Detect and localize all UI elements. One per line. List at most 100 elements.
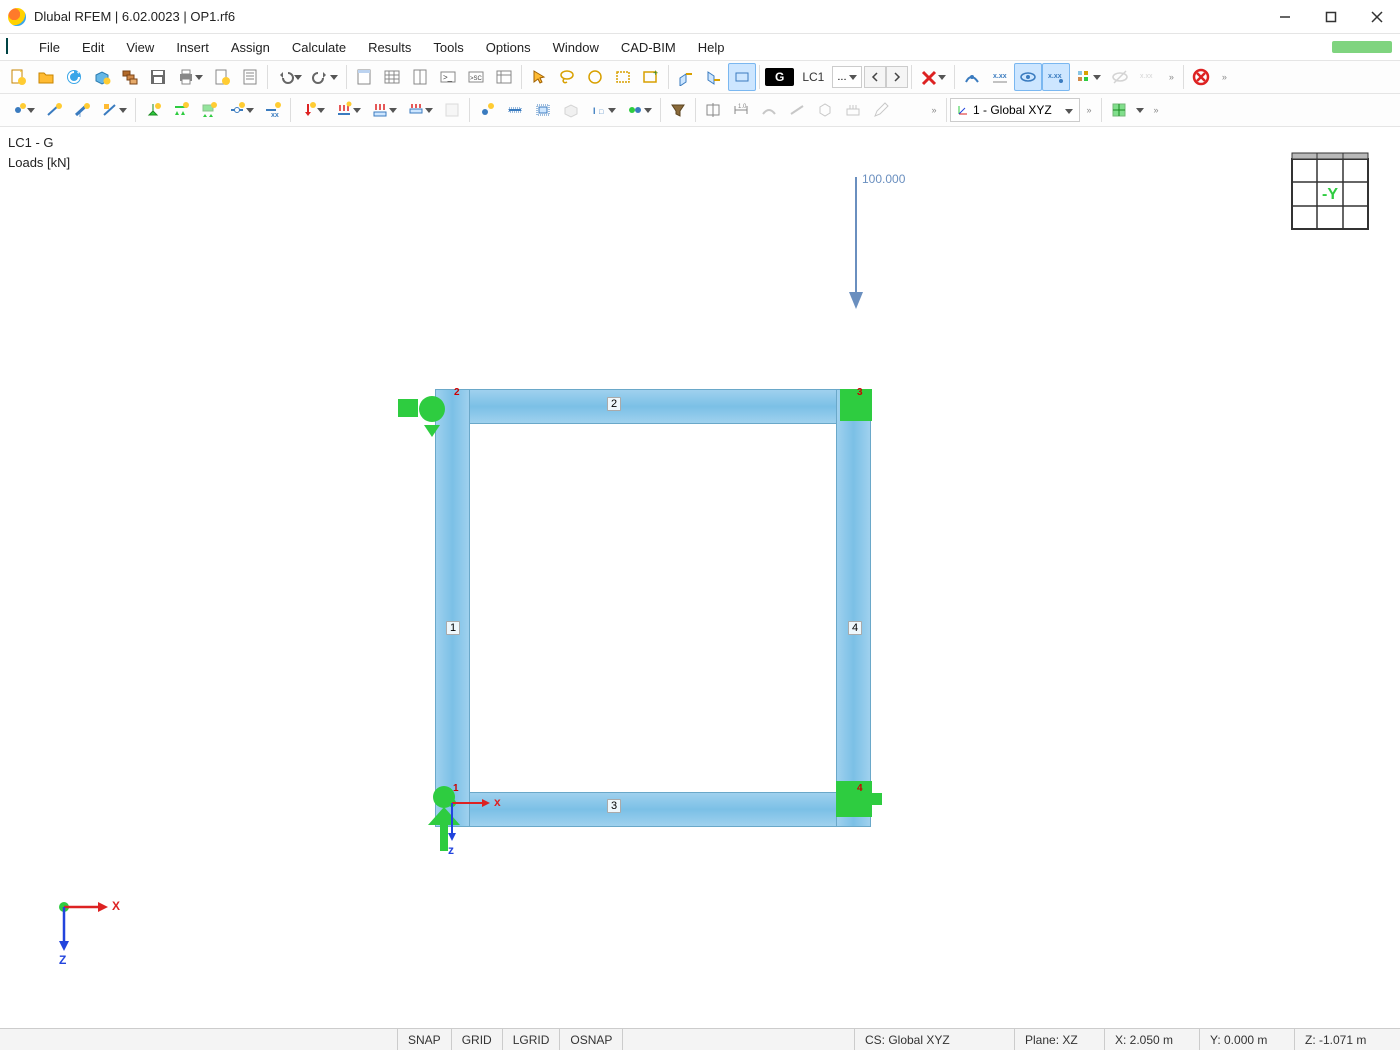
select-circle-button[interactable]	[581, 63, 609, 91]
new-line-button[interactable]	[40, 96, 68, 124]
global-deformations-button[interactable]	[958, 63, 986, 91]
display-diagram-button[interactable]	[1070, 63, 1106, 91]
select-arrow-button[interactable]	[525, 63, 553, 91]
model-viewport[interactable]: LC1 - G Loads [kN] 100.000 1 2 3 4 1 2 3…	[0, 127, 1400, 1028]
menu-help[interactable]: Help	[687, 36, 736, 59]
status-snap[interactable]: SNAP	[398, 1029, 452, 1050]
select-type-button[interactable]: I□	[585, 96, 621, 124]
vendor-logo-icon	[6, 39, 22, 55]
display-eye-off-button[interactable]	[1106, 63, 1134, 91]
nodal-load-button[interactable]	[294, 96, 330, 124]
new-model-button[interactable]	[4, 63, 32, 91]
status-osnap[interactable]: OSNAP	[560, 1029, 623, 1050]
menu-options[interactable]: Options	[475, 36, 542, 59]
loadcase-next-button[interactable]	[886, 66, 908, 88]
member-load-button[interactable]	[330, 96, 366, 124]
member-left[interactable]	[435, 389, 470, 827]
load-wizard-button[interactable]	[438, 96, 466, 124]
view-cube[interactable]: -Y	[1288, 151, 1372, 235]
line-load-button[interactable]	[366, 96, 402, 124]
support-top-right[interactable]	[834, 383, 878, 430]
select-special-button[interactable]	[621, 96, 657, 124]
menu-file[interactable]: File	[28, 36, 71, 59]
new-report-button[interactable]	[208, 63, 236, 91]
line-support-button[interactable]	[167, 96, 195, 124]
shade-button[interactable]	[783, 96, 811, 124]
select-solids-button[interactable]	[557, 96, 585, 124]
new-member-button[interactable]: I	[68, 96, 96, 124]
member-top[interactable]	[435, 389, 871, 424]
open-button[interactable]	[32, 63, 60, 91]
menu-insert[interactable]: Insert	[165, 36, 220, 59]
select-add-button[interactable]: +	[637, 63, 665, 91]
isometric-button[interactable]	[811, 96, 839, 124]
delete-all-button[interactable]	[1187, 63, 1215, 91]
new-node-button[interactable]	[4, 96, 40, 124]
command-line-button[interactable]: >_	[434, 63, 462, 91]
menu-calculate[interactable]: Calculate	[281, 36, 357, 59]
member-right[interactable]	[836, 389, 871, 827]
toolbar2-overflow-1[interactable]: »	[925, 96, 943, 124]
member-hinge-button[interactable]	[223, 96, 259, 124]
display-values-button[interactable]: x.xx	[986, 63, 1014, 91]
pencil-button[interactable]	[867, 96, 895, 124]
toolbar1-overflow-2[interactable]: »	[1215, 63, 1233, 91]
deformed-shape-button[interactable]	[755, 96, 783, 124]
undo-button[interactable]	[271, 63, 307, 91]
table-button[interactable]	[378, 63, 406, 91]
work-plane-xy-button[interactable]	[728, 63, 756, 91]
loadcase-dropdown[interactable]: ...	[832, 66, 862, 88]
toolbar2-overflow-2[interactable]: »	[1080, 96, 1098, 124]
navigator-data-button[interactable]	[350, 63, 378, 91]
menu-edit[interactable]: Edit	[71, 36, 115, 59]
menu-view[interactable]: View	[115, 36, 165, 59]
cycle-button[interactable]	[60, 63, 88, 91]
select-members-button[interactable]	[501, 96, 529, 124]
status-lgrid[interactable]: LGRID	[503, 1029, 561, 1050]
display-values-on-button[interactable]: x.xx	[1042, 63, 1070, 91]
select-surfaces-button[interactable]	[529, 96, 557, 124]
delete-results-button[interactable]	[915, 63, 951, 91]
surface-load-button[interactable]	[402, 96, 438, 124]
maximize-button[interactable]	[1308, 0, 1354, 34]
save-button[interactable]	[144, 63, 172, 91]
close-button[interactable]	[1354, 0, 1400, 34]
dimension-button[interactable]: 1.0	[727, 96, 755, 124]
display-eye-button[interactable]	[1014, 63, 1042, 91]
support-top-left[interactable]	[398, 385, 454, 444]
block-button[interactable]	[88, 63, 116, 91]
report-button[interactable]	[236, 63, 264, 91]
nodal-support-button[interactable]	[139, 96, 167, 124]
clip-plane-button[interactable]	[699, 96, 727, 124]
surface-support-button[interactable]	[195, 96, 223, 124]
print-button[interactable]	[172, 63, 208, 91]
menu-tools[interactable]: Tools	[422, 36, 474, 59]
display-settings-dropdown[interactable]	[1133, 96, 1147, 124]
menu-cad-bim[interactable]: CAD-BIM	[610, 36, 687, 59]
toolbar1-overflow[interactable]: »	[1162, 63, 1180, 91]
navigator-views-button[interactable]	[490, 63, 518, 91]
script-console-button[interactable]: >SC	[462, 63, 490, 91]
arrange-button[interactable]	[839, 96, 867, 124]
filter-button[interactable]	[664, 96, 692, 124]
panel-button[interactable]	[406, 63, 434, 91]
new-load-node-button[interactable]	[473, 96, 501, 124]
new-line-type-button[interactable]	[96, 96, 132, 124]
status-grid[interactable]: GRID	[452, 1029, 503, 1050]
display-settings-button[interactable]	[1105, 96, 1133, 124]
minimize-button[interactable]	[1262, 0, 1308, 34]
select-window-button[interactable]	[609, 63, 637, 91]
redo-button[interactable]	[307, 63, 343, 91]
work-plane-y-button[interactable]	[672, 63, 700, 91]
menu-results[interactable]: Results	[357, 36, 422, 59]
loadcase-prev-button[interactable]	[864, 66, 886, 88]
work-plane-z-button[interactable]	[700, 63, 728, 91]
display-values-off-button[interactable]: x.xx	[1134, 63, 1162, 91]
blocks-catalog-button[interactable]	[116, 63, 144, 91]
select-lasso-button[interactable]	[553, 63, 581, 91]
member-end-release-button[interactable]: xx	[259, 96, 287, 124]
menu-assign[interactable]: Assign	[220, 36, 281, 59]
coord-system-select[interactable]: 1 - Global XYZ	[950, 98, 1080, 122]
toolbar2-overflow-3[interactable]: »	[1147, 96, 1165, 124]
menu-window[interactable]: Window	[542, 36, 610, 59]
